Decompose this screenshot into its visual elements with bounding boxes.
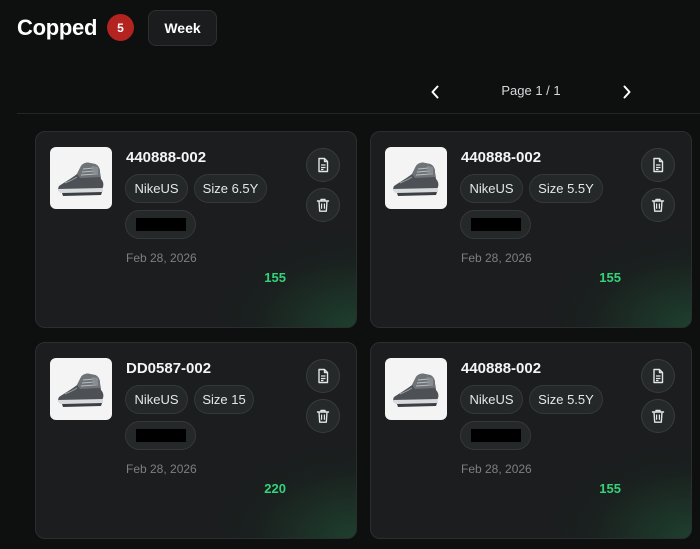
document-icon [653,157,664,173]
purchase-card[interactable]: 440888-002 NikeUS Size 5.5Y Feb 28, 2026… [370,131,692,328]
redacted-chip [460,421,531,450]
redacted-chip [125,421,196,450]
view-receipt-button[interactable] [641,359,675,393]
sneaker-image [385,358,447,420]
price: 220 [264,481,286,496]
trash-icon [651,409,665,423]
document-icon [318,157,329,173]
store-chip: NikeUS [125,174,188,203]
delete-button[interactable] [306,399,340,433]
sneaker-image [385,147,447,209]
trash-icon [316,409,330,423]
chevron-right-icon[interactable] [617,80,637,104]
document-icon [318,368,329,384]
redaction-bar [135,429,186,442]
trash-icon [316,198,330,212]
product-sku: DD0587-002 [126,360,212,377]
page-title: Copped [17,15,98,40]
delete-button[interactable] [306,188,340,222]
product-sku: 440888-002 [461,360,542,377]
pagination: Page 1 / 1 [17,70,700,114]
chevron-left-icon[interactable] [425,80,445,104]
price: 155 [264,270,286,285]
sneaker-image [50,147,112,209]
price: 155 [599,270,621,285]
store-chip: NikeUS [460,174,523,203]
view-receipt-button[interactable] [306,148,340,182]
size-chip: Size 6.5Y [194,174,267,203]
size-chip: Size 5.5Y [529,174,603,203]
size-chip: Size 5.5Y [529,385,603,414]
count-badge: 5 [107,14,134,41]
product-sku: 440888-002 [461,149,542,166]
redacted-chip [125,210,196,239]
purchase-card[interactable]: 440888-002 NikeUS Size 6.5Y Feb 28, 2026… [35,131,357,328]
redaction-bar [470,218,521,231]
redaction-bar [135,218,186,231]
header: Copped 5 Week [0,0,700,60]
purchase-date: Feb 28, 2026 [461,251,532,265]
price: 155 [599,481,621,496]
sneaker-image [50,358,112,420]
size-chip: Size 15 [194,385,254,414]
redaction-bar [470,429,521,442]
delete-button[interactable] [641,188,675,222]
view-receipt-button[interactable] [641,148,675,182]
view-receipt-button[interactable] [306,359,340,393]
page-indicator: Page 1 / 1 [501,83,561,98]
purchase-date: Feb 28, 2026 [126,251,197,265]
store-chip: NikeUS [125,385,188,414]
document-icon [653,368,664,384]
purchase-date: Feb 28, 2026 [126,462,197,476]
purchase-card[interactable]: DD0587-002 NikeUS Size 15 Feb 28, 2026 2… [35,342,357,539]
store-chip: NikeUS [460,385,523,414]
purchase-date: Feb 28, 2026 [461,462,532,476]
period-filter-button[interactable]: Week [148,10,217,46]
trash-icon [651,198,665,212]
product-sku: 440888-002 [126,149,207,166]
redacted-chip [460,210,531,239]
delete-button[interactable] [641,399,675,433]
purchase-card[interactable]: 440888-002 NikeUS Size 5.5Y Feb 28, 2026… [370,342,692,539]
